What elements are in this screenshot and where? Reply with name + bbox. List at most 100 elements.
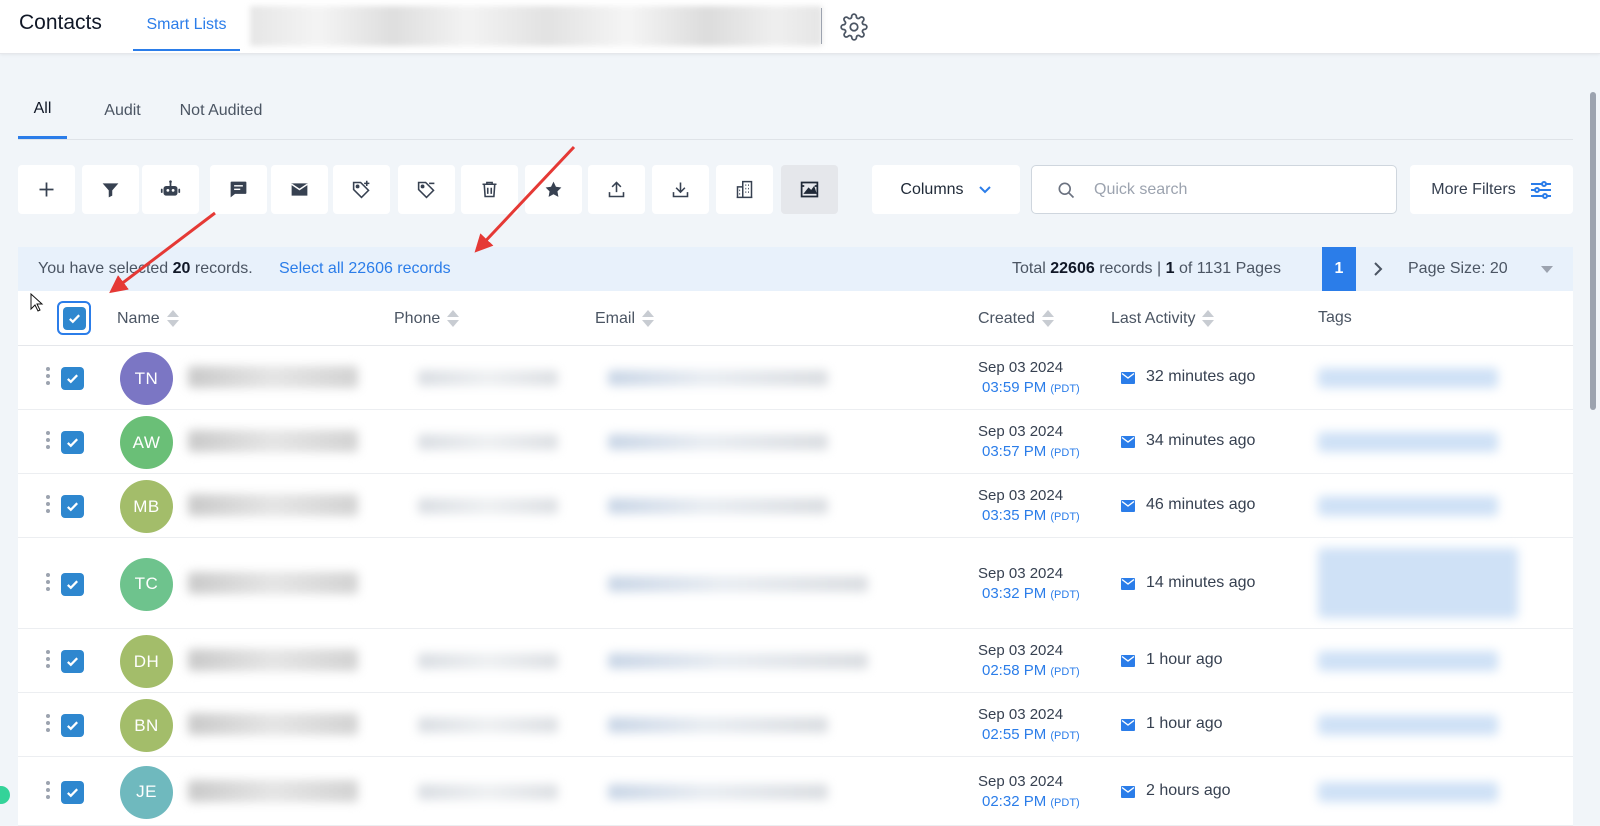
mail-icon xyxy=(1121,500,1135,512)
blurred-contact-name[interactable] xyxy=(188,779,358,802)
blurred-contact-name[interactable] xyxy=(188,494,358,516)
blurred-tags[interactable] xyxy=(1318,548,1518,618)
column-header-name[interactable]: Name xyxy=(117,309,180,329)
message-icon xyxy=(230,181,247,198)
avatar[interactable]: TC xyxy=(120,557,173,611)
row-menu-icon[interactable] xyxy=(45,650,51,672)
row-checkbox[interactable] xyxy=(61,431,84,454)
avatar[interactable]: BN xyxy=(120,699,173,752)
blurred-email[interactable] xyxy=(608,434,828,450)
select-all-records-link[interactable]: Select all 22606 records xyxy=(279,260,451,278)
add-contact-button[interactable] xyxy=(18,165,75,214)
remove-tag-button[interactable] xyxy=(398,165,455,214)
gear-icon[interactable] xyxy=(840,13,868,41)
current-page: 1 xyxy=(1165,260,1175,277)
review-button[interactable] xyxy=(525,165,582,214)
blurred-email[interactable] xyxy=(608,717,828,733)
row-menu-icon[interactable] xyxy=(45,714,51,736)
tab-all[interactable]: All xyxy=(18,82,67,139)
tab-not-audited[interactable]: Not Audited xyxy=(173,82,269,139)
avatar[interactable]: JE xyxy=(120,765,173,819)
column-header-email[interactable]: Email xyxy=(595,309,655,329)
import-button[interactable] xyxy=(652,165,709,214)
mail-icon xyxy=(1121,372,1135,384)
blurred-tags[interactable] xyxy=(1318,496,1498,516)
table-row[interactable]: BN Sep 03 2024 02:55 PM (PDT) 1 hour ago xyxy=(18,693,1573,757)
blurred-contact-name[interactable] xyxy=(188,713,358,735)
tab-audit[interactable]: Audit xyxy=(95,82,150,139)
blurred-tags[interactable] xyxy=(1318,368,1498,388)
total-mid: records | xyxy=(1094,260,1166,277)
table-row[interactable]: MB Sep 03 2024 03:35 PM (PDT) 46 minutes ag… xyxy=(18,474,1573,538)
select-all-checkbox[interactable] xyxy=(57,301,91,335)
avatar[interactable]: MB xyxy=(120,480,173,533)
sort-icon[interactable] xyxy=(641,309,655,329)
blurred-phone[interactable] xyxy=(418,717,558,733)
columns-dropdown[interactable]: Columns xyxy=(872,165,1020,214)
column-header-created[interactable]: Created xyxy=(978,309,1055,329)
blurred-contact-name[interactable] xyxy=(188,430,358,452)
blurred-email[interactable] xyxy=(608,575,868,592)
row-checkbox[interactable] xyxy=(61,714,84,737)
blurred-phone[interactable] xyxy=(418,370,558,386)
filter-button[interactable] xyxy=(82,165,139,214)
avatar[interactable]: DH xyxy=(120,635,173,688)
quick-search-input[interactable] xyxy=(1094,176,1384,204)
blurred-contact-name[interactable] xyxy=(188,571,358,594)
page-1-button[interactable]: 1 xyxy=(1322,247,1356,291)
row-checkbox[interactable] xyxy=(61,572,84,596)
delete-button[interactable] xyxy=(461,165,518,214)
table-row[interactable]: DH Sep 03 2024 02:58 PM (PDT) 1 hour ago xyxy=(18,629,1573,693)
avatar[interactable]: AW xyxy=(120,416,173,469)
table-row[interactable]: JE Sep 03 2024 02:32 PM (PDT) 2 hours ago xyxy=(18,757,1573,826)
sort-icon[interactable] xyxy=(1201,309,1215,329)
automation-button[interactable] xyxy=(142,165,199,214)
company-button[interactable] xyxy=(716,165,773,214)
blurred-email[interactable] xyxy=(608,783,828,800)
blurred-tags[interactable] xyxy=(1318,651,1498,671)
table-row[interactable]: TN Sep 03 2024 03:59 PM (PDT) 32 minutes ag… xyxy=(18,346,1573,410)
row-checkbox[interactable] xyxy=(61,367,84,390)
table-row[interactable]: AW Sep 03 2024 03:57 PM (PDT) 34 minutes ag… xyxy=(18,410,1573,474)
sort-icon[interactable] xyxy=(166,309,180,329)
blurred-contact-name[interactable] xyxy=(188,649,358,671)
blurred-phone[interactable] xyxy=(418,653,558,669)
blurred-tags[interactable] xyxy=(1318,715,1498,735)
sort-icon[interactable] xyxy=(1041,309,1055,329)
row-checkbox[interactable] xyxy=(61,650,84,673)
row-checkbox[interactable] xyxy=(61,495,84,518)
blurred-phone[interactable] xyxy=(418,783,558,800)
row-checkbox[interactable] xyxy=(61,780,84,804)
merge-button[interactable] xyxy=(781,165,838,214)
table-row[interactable]: TC Sep 03 2024 03:32 PM (PDT) 14 minutes ag… xyxy=(18,538,1573,629)
caret-down-icon[interactable] xyxy=(1541,266,1553,273)
row-menu-icon[interactable] xyxy=(45,367,51,389)
send-sms-button[interactable] xyxy=(210,165,267,214)
row-menu-icon[interactable] xyxy=(45,780,51,803)
blurred-contact-name[interactable] xyxy=(188,366,358,388)
avatar[interactable]: TN xyxy=(120,352,173,405)
blurred-phone[interactable] xyxy=(418,434,558,450)
blurred-tags[interactable] xyxy=(1318,781,1498,802)
add-tag-button[interactable] xyxy=(333,165,390,214)
blurred-tags[interactable] xyxy=(1318,432,1498,452)
blurred-email[interactable] xyxy=(608,653,868,669)
blurred-phone[interactable] xyxy=(418,498,558,514)
page-size-select[interactable]: Page Size: 20 xyxy=(1408,260,1508,278)
more-filters-button[interactable]: More Filters xyxy=(1410,165,1573,214)
top-bar: Contacts Smart Lists xyxy=(0,0,1600,54)
sort-icon[interactable] xyxy=(446,309,460,329)
row-menu-icon[interactable] xyxy=(45,495,51,517)
column-header-phone[interactable]: Phone xyxy=(394,309,460,329)
export-button[interactable] xyxy=(588,165,645,214)
blurred-email[interactable] xyxy=(608,498,828,514)
send-email-button[interactable] xyxy=(271,165,328,214)
row-menu-icon[interactable] xyxy=(45,572,51,595)
total-records-text: Total 22606 records | 1 of 1131 Pages xyxy=(1012,260,1281,278)
column-header-last-activity[interactable]: Last Activity xyxy=(1111,309,1215,329)
vertical-scrollbar[interactable] xyxy=(1590,92,1596,410)
chevron-right-icon[interactable] xyxy=(1368,259,1388,279)
row-menu-icon[interactable] xyxy=(45,431,51,453)
blurred-email[interactable] xyxy=(608,370,828,386)
tab-smart-lists[interactable]: Smart Lists xyxy=(133,0,240,51)
